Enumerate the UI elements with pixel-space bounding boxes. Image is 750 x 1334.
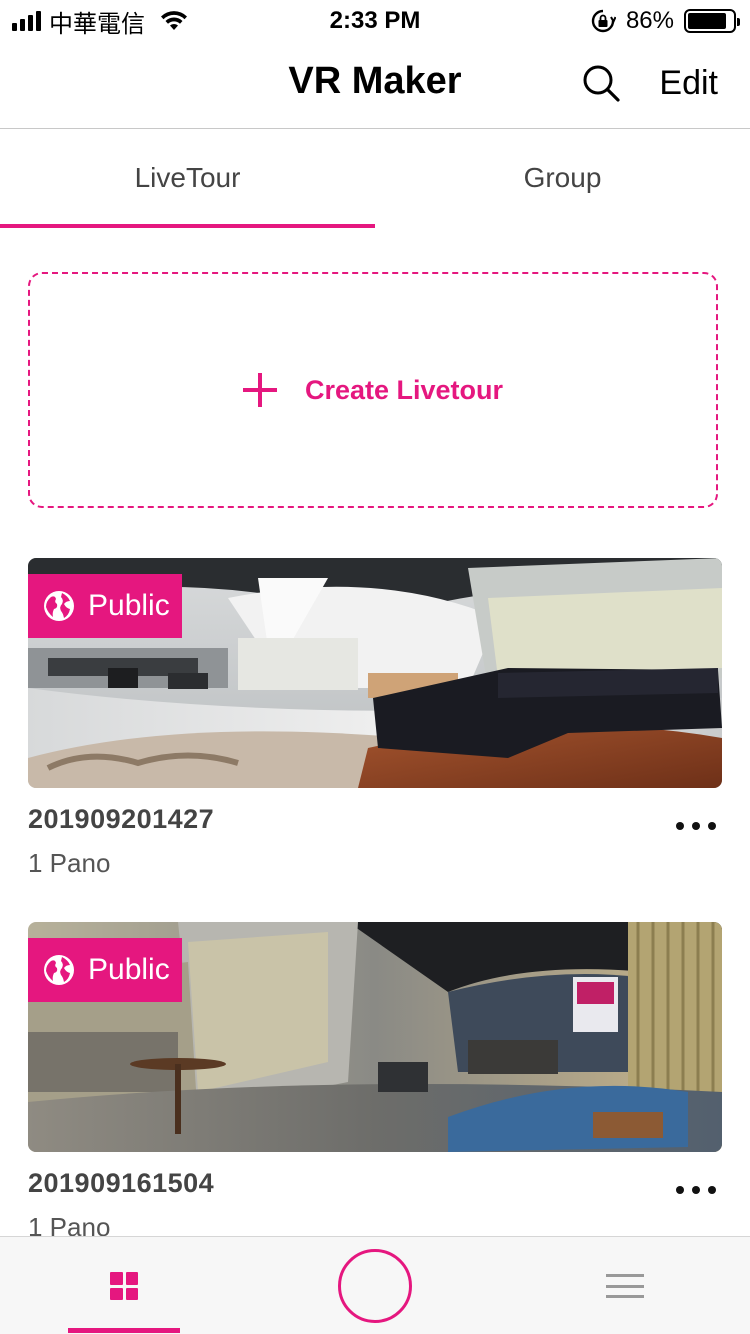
search-icon[interactable] [580,62,624,106]
battery-percent: 86% [625,7,674,34]
public-badge: Public [28,574,182,638]
tab-livetours[interactable] [68,1237,180,1334]
livetour-card[interactable]: Public 201909161504 1 Pano [28,922,722,1242]
segment-tabs: LiveTour Group [0,129,750,229]
more-icon [676,822,684,830]
tab-menu[interactable] [600,1237,650,1334]
livetour-title: 201909201427 [28,804,215,834]
livetour-card[interactable]: Public 201909201427 1 Pano [28,558,722,878]
livetour-title: 201909161504 [28,1168,215,1198]
status-bar: 中華電信 2:33 PM 86% [0,0,750,42]
tab-group[interactable]: Group [375,129,750,229]
create-livetour-label: Create Livetour [304,374,504,405]
more-options-button[interactable] [676,1180,716,1200]
bottom-tab-bar [0,1236,750,1334]
menu-icon [606,1274,644,1298]
edit-button[interactable]: Edit [659,64,718,103]
tab-livetour[interactable]: LiveTour [0,129,375,229]
battery-icon [684,9,740,33]
globe-icon [44,591,74,621]
grid-icon [110,1272,138,1300]
pano-thumbnail[interactable]: Public [28,922,722,1152]
rotation-lock-icon [591,9,616,33]
more-icon [676,1186,684,1194]
public-badge: Public [28,938,182,1002]
plus-icon [242,373,277,407]
active-tab-indicator [68,1328,180,1333]
capture-icon [338,1249,412,1323]
more-options-button[interactable] [676,816,716,836]
status-right: 86% [590,6,740,36]
globe-icon [44,955,74,985]
page-title: VR Maker [288,60,462,102]
pano-thumbnail[interactable]: Public [28,558,722,788]
capture-button[interactable] [338,1237,412,1334]
battery-fill [688,13,726,29]
public-label: Public [88,953,170,986]
livetour-pano-count: 1 Pano [28,848,111,878]
nav-bar: VR Maker Edit [0,42,750,129]
create-livetour-button[interactable]: Create Livetour [28,272,718,508]
public-label: Public [88,589,170,622]
